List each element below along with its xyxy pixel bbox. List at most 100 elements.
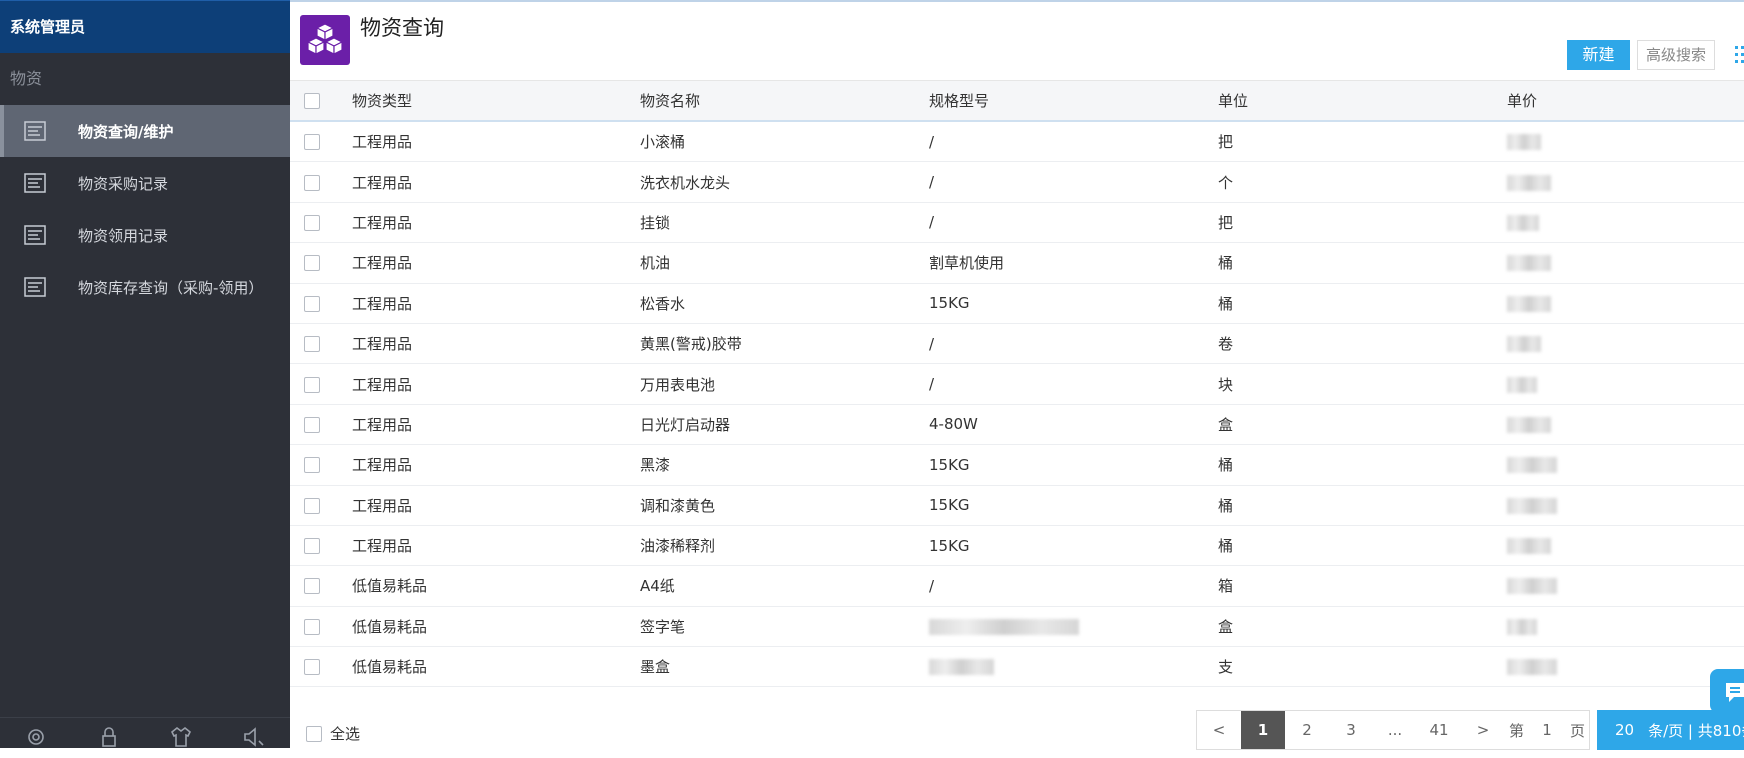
table-row[interactable]: 工程用品 日光灯启动器 4-80W 盒 (290, 405, 1744, 446)
cell-name: 油漆稀释剂 (640, 537, 716, 556)
page-button-last[interactable]: 41 (1417, 711, 1461, 749)
cell-type: 低值易耗品 (352, 577, 428, 596)
cell-type: 工程用品 (352, 537, 413, 556)
cell-name: 签字笔 (640, 617, 686, 636)
page-size-selector[interactable]: 20 条/页 | 共810条 (1597, 710, 1744, 750)
row-checkbox[interactable] (304, 336, 320, 353)
cell-spec: 割草机使用 (929, 254, 1005, 273)
page-button-2[interactable]: 2 (1285, 711, 1329, 749)
row-checkbox[interactable] (304, 376, 320, 393)
grid-menu-icon[interactable] (1735, 46, 1744, 68)
cell-price-redacted (1507, 618, 1537, 635)
cell-name: 小滚桶 (640, 133, 686, 152)
cell-unit: 把 (1218, 213, 1234, 232)
table-row[interactable]: 工程用品 油漆稀释剂 15KG 桶 (290, 526, 1744, 567)
column-header-name[interactable]: 物资名称 (640, 92, 700, 110)
prev-page-button[interactable]: < (1197, 711, 1241, 749)
table-row[interactable]: 工程用品 万用表电池 / 块 (290, 364, 1744, 405)
page-size-label: 条/页 | 共810条 (1648, 721, 1744, 740)
sidebar-item-material-query[interactable]: 物资查询/维护 (0, 105, 290, 157)
cell-unit: 桶 (1218, 537, 1234, 556)
table-row[interactable]: 低值易耗品 墨盒 支 (290, 647, 1744, 688)
cell-unit: 支 (1218, 658, 1234, 677)
column-header-unit[interactable]: 单位 (1218, 92, 1248, 110)
select-all-checkbox[interactable] (306, 725, 322, 742)
cubes-icon (300, 15, 350, 65)
sidebar-item-label: 物资采购记录 (78, 174, 169, 193)
row-checkbox[interactable] (304, 457, 320, 474)
row-checkbox[interactable] (304, 174, 320, 191)
cell-price-redacted (1507, 457, 1557, 474)
row-checkbox[interactable] (304, 618, 320, 635)
table-row[interactable]: 工程用品 黑漆 15KG 桶 (290, 445, 1744, 486)
next-page-button[interactable]: > (1461, 711, 1505, 749)
row-checkbox[interactable] (304, 578, 320, 595)
cell-type: 工程用品 (352, 415, 413, 434)
select-all[interactable]: 全选 (306, 723, 360, 744)
cell-type: 工程用品 (352, 496, 413, 515)
row-checkbox[interactable] (304, 214, 320, 231)
table-row[interactable]: 工程用品 挂锁 / 把 (290, 203, 1744, 244)
shirt-icon[interactable] (145, 718, 218, 758)
row-checkbox[interactable] (304, 295, 320, 312)
sidebar-item-label: 物资查询/维护 (78, 122, 174, 141)
document-icon (24, 225, 46, 245)
pagination: < 1 2 3 ... 41 > 第 1 页 (1196, 710, 1591, 750)
sidebar-item-purchase-records[interactable]: 物资采购记录 (0, 157, 290, 209)
table-row[interactable]: 工程用品 调和漆黄色 15KG 桶 (290, 486, 1744, 526)
goto-page-input[interactable]: 1 (1528, 711, 1566, 749)
cell-spec: / (929, 213, 935, 232)
sidebar-section-title: 物资 (10, 69, 43, 88)
lock-icon[interactable] (73, 718, 146, 758)
cell-price-redacted (1507, 578, 1557, 595)
row-checkbox[interactable] (304, 416, 320, 433)
cell-spec: / (929, 334, 935, 353)
cell-price-redacted (1507, 214, 1539, 231)
speaker-icon[interactable] (218, 718, 291, 758)
column-header-price[interactable]: 单价 (1507, 92, 1537, 110)
select-all-label: 全选 (330, 725, 361, 743)
document-icon (24, 121, 46, 141)
table-row[interactable]: 工程用品 小滚桶 / 把 (290, 122, 1744, 163)
cell-price-redacted (1507, 295, 1551, 312)
page-button-1[interactable]: 1 (1241, 711, 1285, 749)
cell-price-redacted (1507, 134, 1541, 151)
cell-name: 黑漆 (640, 456, 671, 475)
chat-button[interactable] (1710, 669, 1744, 713)
column-header-spec[interactable]: 规格型号 (929, 92, 989, 110)
cell-unit: 个 (1218, 173, 1234, 192)
current-user[interactable]: 系统管理员 (0, 0, 290, 53)
table-row[interactable]: 低值易耗品 A4纸 / 箱 (290, 566, 1744, 607)
sidebar-item-inventory-query[interactable]: 物资库存查询（采购-领用） (0, 261, 290, 313)
cell-type: 工程用品 (352, 456, 413, 475)
cell-unit: 卷 (1218, 335, 1234, 354)
cell-spec: / (929, 173, 935, 192)
new-button[interactable]: 新建 (1567, 40, 1630, 70)
column-header-type[interactable]: 物资类型 (352, 92, 412, 110)
row-checkbox[interactable] (304, 497, 320, 514)
settings-icon[interactable] (0, 718, 73, 758)
advanced-search-button[interactable]: 高级搜索 (1637, 40, 1715, 70)
sidebar-item-issue-records[interactable]: 物资领用记录 (0, 209, 290, 261)
page-button-3[interactable]: 3 (1329, 711, 1373, 749)
cell-spec: 15KG (929, 455, 970, 474)
cell-price-redacted (1507, 174, 1551, 191)
table-row[interactable]: 低值易耗品 签字笔 盒 (290, 607, 1744, 648)
main-content: 物资查询 新建 高级搜索 物资类型 物资名称 规格型号 单位 单价 工程用品 小滚… (290, 0, 1744, 750)
cell-unit: 块 (1218, 375, 1234, 394)
table-row[interactable]: 工程用品 黄黑(警戒)胶带 / 卷 (290, 324, 1744, 365)
page-ellipsis: ... (1387, 721, 1403, 739)
row-checkbox[interactable] (304, 659, 320, 676)
select-all-header-checkbox[interactable] (304, 93, 320, 109)
cell-spec: / (929, 375, 935, 394)
table-row[interactable]: 工程用品 机油 割草机使用 桶 (290, 243, 1744, 284)
row-checkbox[interactable] (304, 538, 320, 555)
row-checkbox[interactable] (304, 134, 320, 151)
table-row[interactable]: 工程用品 洗衣机水龙头 / 个 (290, 162, 1744, 203)
row-checkbox[interactable] (304, 255, 320, 272)
cell-price-redacted (1507, 336, 1541, 353)
table-row[interactable]: 工程用品 松香水 15KG 桶 (290, 284, 1744, 324)
sidebar: 系统管理员 物资 物资查询/维护 物资采购记录 物资领用记录 物资库存查询（采购… (0, 0, 290, 748)
cell-price-redacted (1507, 376, 1537, 393)
cell-spec: 4-80W (929, 415, 978, 434)
